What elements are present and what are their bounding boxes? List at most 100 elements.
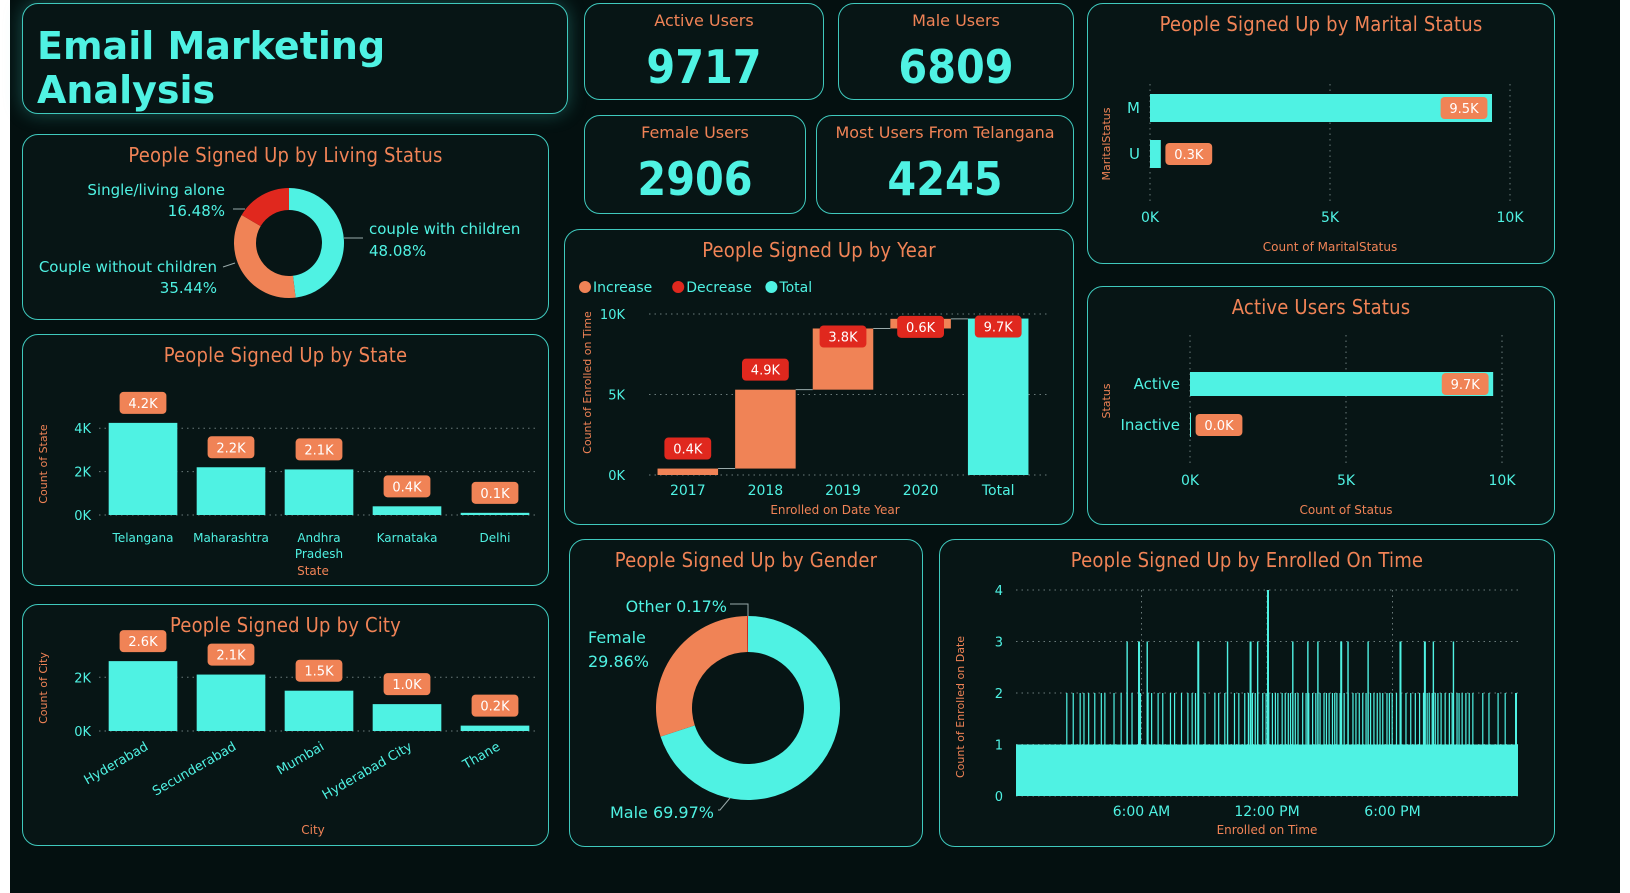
histogram-spike	[1328, 693, 1330, 745]
histogram-spike	[1244, 693, 1246, 745]
data-label: 9.5K	[1449, 102, 1479, 117]
y-tick-label: 0K	[74, 725, 91, 740]
histogram-spike	[1382, 693, 1384, 745]
leader-line	[222, 262, 236, 268]
bar	[372, 704, 442, 731]
bar	[108, 422, 178, 515]
bar	[967, 318, 1029, 475]
y-axis-label: Count of Enrolled on Date	[954, 636, 967, 778]
y-tick-label: Inactive	[1120, 416, 1180, 434]
x-tick-label: 5K	[1321, 210, 1340, 226]
active-status-bar-chart[interactable]: 0K 5K 10K Active 9.7K Inactive 0.0K Count of St…	[1088, 287, 1556, 526]
x-tick-label: Andhra	[297, 531, 340, 545]
histogram-base	[1016, 744, 1518, 796]
histogram-spike	[1180, 693, 1183, 745]
bar	[460, 512, 530, 515]
city-card[interactable]: People Signed Up by City 0K 2K 2.6K Hyderab…	[22, 604, 549, 846]
histogram-spike	[1428, 693, 1430, 745]
x-axis-label: Count of Status	[1299, 503, 1392, 517]
histogram-spike	[1431, 693, 1433, 745]
histogram-spike	[1369, 693, 1372, 745]
histogram-spike	[1233, 693, 1236, 745]
histogram-spike	[1414, 693, 1416, 745]
bar	[372, 506, 442, 515]
histogram-spike	[1187, 693, 1189, 745]
histogram-spike	[1079, 693, 1081, 745]
x-tick-label: 6:00 PM	[1364, 804, 1420, 820]
y-axis-label: Count of Enrolled on Time	[581, 311, 594, 454]
x-tick-label: 5K	[1337, 473, 1356, 489]
histogram-spike	[1287, 693, 1289, 745]
kpi-top-state[interactable]: Most Users From Telangana 4245	[816, 115, 1074, 214]
y-tick-label: 4K	[74, 422, 91, 437]
histogram-spike	[1456, 693, 1458, 745]
x-tick-label: 12:00 PM	[1234, 804, 1299, 820]
histogram-peak	[1146, 641, 1148, 745]
histogram-peak	[1292, 641, 1294, 745]
x-tick-label: Hyderabad	[82, 739, 151, 788]
histogram-spike	[1465, 693, 1467, 745]
histogram-spike	[1440, 693, 1442, 745]
kpi-active-users[interactable]: Active Users 9717	[584, 3, 824, 100]
histogram-spike	[1482, 693, 1484, 745]
legend-marker	[672, 281, 685, 293]
active-status-card[interactable]: Active Users Status 0K 5K 10K Active 9.7K Ina…	[1087, 286, 1555, 525]
x-tick-label: Thane	[460, 739, 503, 773]
kpi-male-users[interactable]: Male Users 6809	[838, 3, 1074, 100]
x-tick-label: Delhi	[480, 531, 511, 545]
legend-marker	[579, 281, 591, 293]
kpi-label: Active Users	[654, 11, 754, 30]
x-axis-label: Enrolled on Time	[1217, 823, 1318, 837]
histogram-spike	[1434, 693, 1436, 745]
histogram-spike	[1515, 693, 1517, 745]
living-status-donut[interactable]: couple with children 48.08% Couple without…	[23, 135, 550, 321]
x-tick-label: 0K	[1181, 473, 1200, 489]
kpi-label: Male Users	[912, 11, 1000, 30]
histogram-spike	[1334, 693, 1336, 745]
gender-card[interactable]: People Signed Up by Gender Other 0.17% Fe…	[569, 539, 923, 847]
histogram-spike	[1218, 693, 1220, 745]
marital-bar-chart[interactable]: 0K 5K 10K M 9.5K U 0.3K Count of MaritalStatus M…	[1088, 4, 1556, 265]
marital-card[interactable]: People Signed Up by Marital Status 0K 5K 1…	[1087, 3, 1555, 264]
histogram-spike	[1131, 693, 1133, 745]
city-bar-chart[interactable]: 0K 2K 2.6K Hyderabad 2.1K Secunderabad 1.5K Mum…	[23, 605, 550, 847]
x-tick-label: Total	[981, 483, 1015, 499]
histogram-peak	[1347, 641, 1349, 745]
data-label: 0.4K	[673, 443, 703, 458]
living-status-card[interactable]: People Signed Up by Living Status couple…	[22, 134, 549, 320]
histogram-spike	[1319, 693, 1321, 745]
y-tick-label: Active	[1134, 375, 1180, 393]
enrolled-time-card[interactable]: People Signed Up by Enrolled On Time 012…	[939, 539, 1555, 847]
data-label: 4.9K	[751, 364, 781, 379]
x-tick-label: 2020	[903, 483, 939, 499]
histogram-peak	[1452, 641, 1455, 745]
x-tick-label: Secunderabad	[150, 739, 239, 799]
gender-donut[interactable]: Other 0.17% Female 29.86% Male 69.97%	[570, 540, 924, 848]
x-tick-label: Karnataka	[377, 531, 438, 545]
kpi-female-users[interactable]: Female Users 2906	[584, 115, 806, 214]
data-label: 0.3K	[1174, 148, 1204, 163]
kpi-value: 6809	[898, 40, 1014, 94]
enrolled-time-chart[interactable]: 0 1 2 3 4 6:00 AM 12:00 PM 6:00 PM Enrolled on T…	[940, 540, 1556, 848]
state-card[interactable]: People Signed Up by State 0K 2K 4K 4.2K Tela…	[22, 334, 549, 586]
histogram-peak	[1432, 641, 1435, 745]
histogram-spike	[1113, 693, 1115, 745]
y-tick-label: 2K	[74, 466, 91, 481]
histogram-spike	[1373, 693, 1375, 745]
histogram-spike	[1437, 693, 1439, 745]
year-card[interactable]: People Signed Up by Year 0K 5K 10K Increase…	[564, 229, 1074, 525]
histogram-spike	[1488, 693, 1490, 745]
histogram-spike	[1100, 693, 1102, 745]
histogram-peak	[1367, 641, 1369, 745]
year-waterfall-chart[interactable]: 0K 5K 10K Increase Decrease Total 0.4K 2017 4.9K…	[565, 230, 1075, 526]
histogram-spike	[1365, 693, 1367, 745]
slice-percent: 48.08%	[369, 242, 426, 260]
data-label: 4.2K	[128, 397, 158, 412]
histogram-peak	[1138, 641, 1141, 745]
histogram-spike	[1343, 693, 1345, 745]
state-bar-chart[interactable]: 0K 2K 4K 4.2K Telangana 2.2K Maharashtra 2.1K An…	[23, 335, 550, 587]
slice-label: Single/living alone	[87, 181, 225, 199]
histogram-peak	[1256, 641, 1259, 745]
histogram-spike	[1323, 693, 1325, 745]
y-axis-label: Count of State	[37, 424, 50, 504]
